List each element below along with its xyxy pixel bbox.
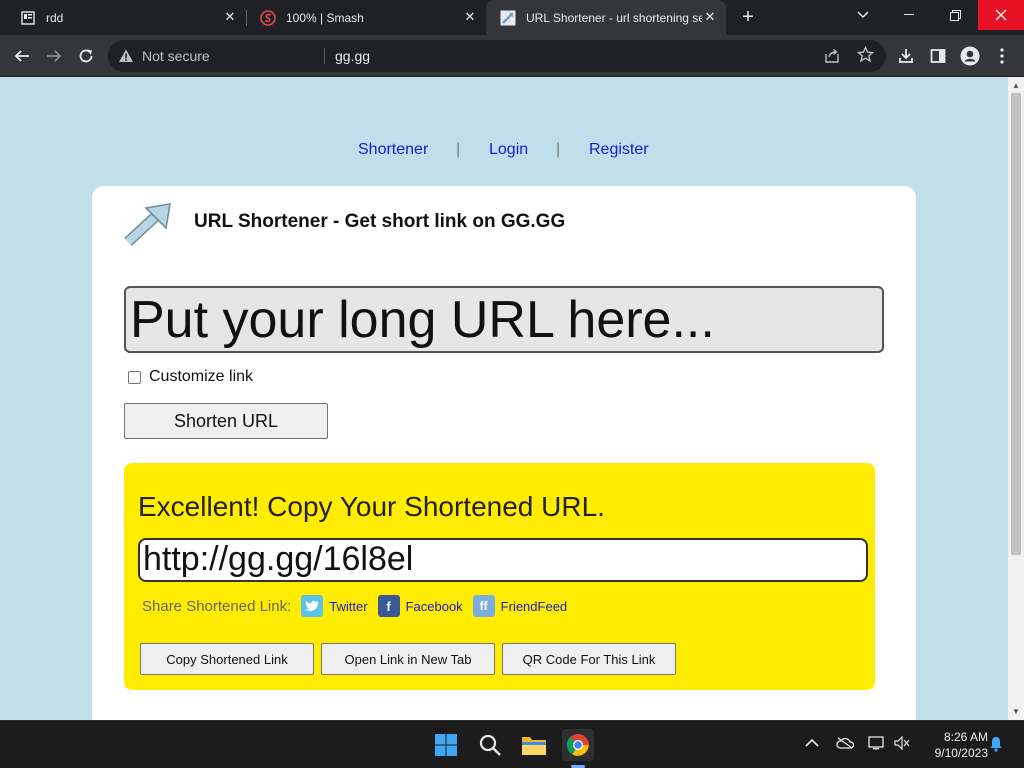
- profile-avatar-icon[interactable]: [958, 44, 982, 68]
- tab-strip: rdd ✕ 100% | Smash ✕ URL Shortener - url…: [0, 0, 1024, 35]
- tab-title: URL Shortener - url shortening se: [526, 10, 702, 25]
- share-twitter-link[interactable]: Twitter: [301, 595, 368, 617]
- bookmark-star-icon[interactable]: [856, 45, 875, 68]
- scroll-up-arrow-icon[interactable]: ▲: [1012, 81, 1020, 90]
- customize-link-checkbox[interactable]: Customize link: [128, 368, 253, 386]
- scroll-down-arrow-icon[interactable]: ▼: [1012, 707, 1020, 716]
- share-row: Share Shortened Link: Twitter f Facebook…: [142, 593, 567, 619]
- browser-toolbar: Not secure gg.gg: [0, 35, 1024, 77]
- result-panel: Excellent! Copy Your Shortened URL. http…: [124, 463, 875, 690]
- clock-date: 9/10/2023: [934, 746, 988, 760]
- tab-url-shortener[interactable]: URL Shortener - url shortening se ✕: [486, 0, 726, 35]
- nav-separator: |: [456, 141, 461, 158]
- chrome-taskbar-icon[interactable]: [562, 729, 594, 761]
- file-explorer-icon[interactable]: [518, 729, 550, 761]
- long-url-input[interactable]: [124, 286, 884, 353]
- customize-link-label: Customize link: [149, 368, 254, 385]
- share-friendfeed-label: FriendFeed: [500, 598, 568, 614]
- nav-register-link[interactable]: Register: [589, 141, 649, 159]
- copy-shortened-link-button[interactable]: Copy Shortened Link: [140, 643, 314, 675]
- arrow-logo-icon: [122, 202, 174, 248]
- omnibox-divider: [324, 48, 325, 64]
- share-friendfeed-link[interactable]: ff FriendFeed: [472, 595, 568, 617]
- document-icon: [20, 10, 36, 26]
- facebook-icon: f: [377, 595, 400, 617]
- tab-close-icon[interactable]: ✕: [462, 9, 478, 25]
- open-link-new-tab-button[interactable]: Open Link in New Tab: [321, 643, 495, 675]
- reload-icon[interactable]: [74, 44, 98, 68]
- share-facebook-label: Facebook: [405, 598, 463, 614]
- network-icon[interactable]: [868, 736, 886, 753]
- shorten-url-button[interactable]: Shorten URL: [124, 403, 328, 439]
- url-text[interactable]: gg.gg: [335, 48, 370, 64]
- share-twitter-label: Twitter: [329, 598, 368, 614]
- address-bar[interactable]: Not secure gg.gg: [108, 40, 886, 72]
- tab-title: rdd: [46, 10, 64, 25]
- scroll-thumb[interactable]: [1011, 93, 1021, 555]
- tab-search-chevron-icon[interactable]: [840, 0, 886, 30]
- warning-triangle-icon[interactable]: [118, 48, 134, 64]
- back-arrow-icon[interactable]: [10, 44, 34, 68]
- windows-start-icon[interactable]: [430, 729, 462, 761]
- notification-bell-icon[interactable]: [989, 736, 1003, 755]
- show-hidden-icons-chevron-icon[interactable]: [805, 735, 819, 751]
- gg-favicon-icon: [500, 10, 516, 26]
- shortener-card: URL Shortener - Get short link on GG.GG …: [92, 186, 916, 720]
- short-url-field[interactable]: http://gg.gg/16l8el: [138, 538, 868, 582]
- search-icon[interactable]: [474, 729, 506, 761]
- tab-rdd[interactable]: rdd ✕: [6, 0, 246, 35]
- new-tab-button[interactable]: +: [737, 6, 759, 28]
- twitter-icon: [301, 595, 324, 617]
- security-label[interactable]: Not secure: [142, 48, 210, 64]
- page-scrollbar[interactable]: ▲ ▼: [1008, 77, 1024, 720]
- friendfeed-icon: ff: [472, 595, 495, 617]
- tab-smash[interactable]: 100% | Smash ✕: [246, 0, 486, 35]
- nav-login-link[interactable]: Login: [489, 141, 528, 159]
- tab-title: 100% | Smash: [286, 10, 364, 25]
- clock-time: 8:26 AM: [943, 730, 988, 744]
- restore-button[interactable]: [932, 0, 978, 30]
- share-label: Share Shortened Link:: [142, 597, 292, 615]
- kebab-menu-icon[interactable]: [990, 44, 1014, 68]
- windows-taskbar: 8:26 AM 9/10/2023: [0, 720, 1024, 768]
- volume-muted-icon[interactable]: [894, 735, 910, 753]
- download-icon[interactable]: [894, 44, 918, 68]
- onedrive-cloud-icon[interactable]: [836, 736, 855, 752]
- qr-code-button[interactable]: QR Code For This Link: [502, 643, 676, 675]
- share-icon[interactable]: [824, 48, 840, 68]
- forward-arrow-icon[interactable]: [42, 44, 66, 68]
- page-viewport: Shortener | Login | Register URL Shorten…: [0, 77, 1008, 720]
- taskbar-clock[interactable]: 8:26 AM 9/10/2023: [918, 729, 988, 761]
- page-title: URL Shortener - Get short link on GG.GG: [194, 211, 566, 232]
- nav-shortener-link[interactable]: Shortener: [358, 141, 428, 159]
- minimize-button[interactable]: [886, 0, 932, 30]
- checkbox-box[interactable]: [128, 370, 141, 384]
- close-window-button[interactable]: [978, 0, 1024, 30]
- share-facebook-link[interactable]: f Facebook: [377, 595, 463, 617]
- tab-close-icon[interactable]: ✕: [222, 9, 238, 25]
- tab-close-icon[interactable]: ✕: [702, 9, 718, 25]
- side-panel-icon[interactable]: [926, 44, 950, 68]
- smash-icon: [260, 9, 276, 26]
- nav-separator: |: [556, 141, 561, 158]
- result-heading: Excellent! Copy Your Shortened URL.: [138, 491, 605, 522]
